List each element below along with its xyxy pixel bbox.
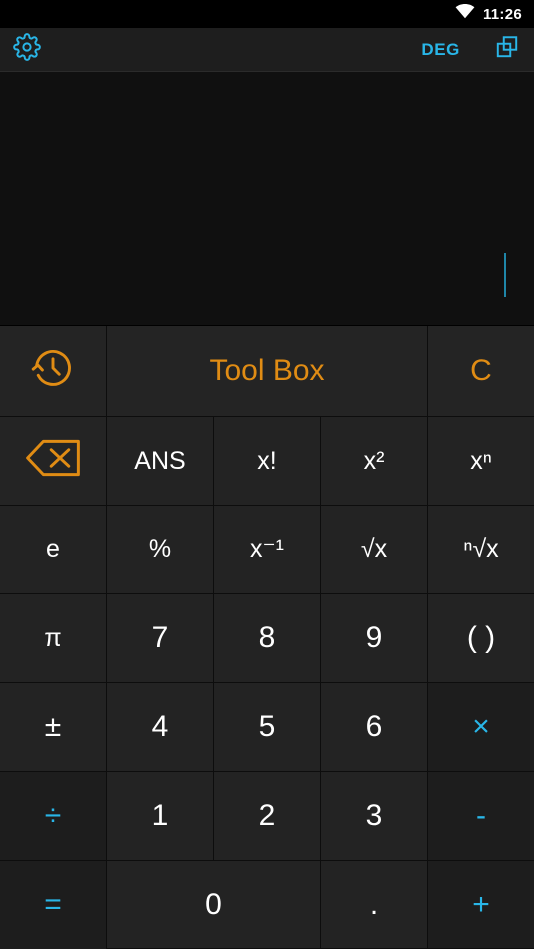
key-4[interactable]: 4 [107, 683, 213, 771]
keypad: Tool Box C ANS x! x² xⁿ e % x⁻¹ √x ⁿ√x π… [0, 326, 534, 949]
key-2[interactable]: 2 [214, 772, 320, 860]
key-6[interactable]: 6 [321, 683, 427, 771]
key-factorial[interactable]: x! [214, 417, 320, 505]
angle-mode-toggle[interactable]: DEG [421, 40, 460, 60]
key-percent[interactable]: % [107, 506, 213, 593]
text-caret [504, 253, 506, 297]
key-divide[interactable]: ÷ [0, 772, 106, 860]
action-bar-right-group: DEG [421, 34, 520, 65]
key-ans[interactable]: ANS [107, 417, 213, 505]
key-nth-root[interactable]: ⁿ√x [428, 506, 534, 593]
clear-button[interactable]: C [428, 326, 534, 416]
calculator-app: 11:26 DEG Tool Box C ANS x! x² xⁿ e % x⁻… [0, 0, 534, 949]
copy-windows-icon[interactable] [494, 34, 520, 65]
backspace-icon [25, 438, 81, 484]
key-square[interactable]: x² [321, 417, 427, 505]
key-pi[interactable]: π [0, 594, 106, 682]
key-reciprocal[interactable]: x⁻¹ [214, 506, 320, 593]
key-parentheses[interactable]: ( ) [428, 594, 534, 682]
key-multiply[interactable]: × [428, 683, 534, 771]
key-9[interactable]: 9 [321, 594, 427, 682]
key-8[interactable]: 8 [214, 594, 320, 682]
status-bar: 11:26 [0, 0, 534, 28]
wifi-icon [455, 4, 475, 24]
key-0[interactable]: 0 [107, 861, 320, 948]
calculator-display[interactable] [0, 72, 534, 326]
history-button[interactable] [0, 326, 106, 416]
expression-area [502, 253, 506, 297]
key-add[interactable]: + [428, 861, 534, 948]
status-bar-clock: 11:26 [482, 5, 522, 23]
key-equals[interactable]: = [0, 861, 106, 949]
key-7[interactable]: 7 [107, 594, 213, 682]
backspace-button[interactable] [0, 417, 106, 505]
key-decimal-point[interactable]: . [321, 861, 427, 948]
gear-icon[interactable] [13, 33, 41, 66]
key-1[interactable]: 1 [107, 772, 213, 860]
key-3[interactable]: 3 [321, 772, 427, 860]
key-euler[interactable]: e [0, 506, 106, 593]
key-subtract[interactable]: - [428, 772, 534, 860]
key-power-n[interactable]: xⁿ [428, 417, 534, 505]
key-5[interactable]: 5 [214, 683, 320, 771]
key-square-root[interactable]: √x [321, 506, 427, 593]
key-sign-toggle[interactable]: ± [0, 683, 106, 771]
toolbox-button[interactable]: Tool Box [107, 326, 427, 416]
history-clock-icon [31, 346, 75, 396]
action-bar: DEG [0, 28, 534, 72]
